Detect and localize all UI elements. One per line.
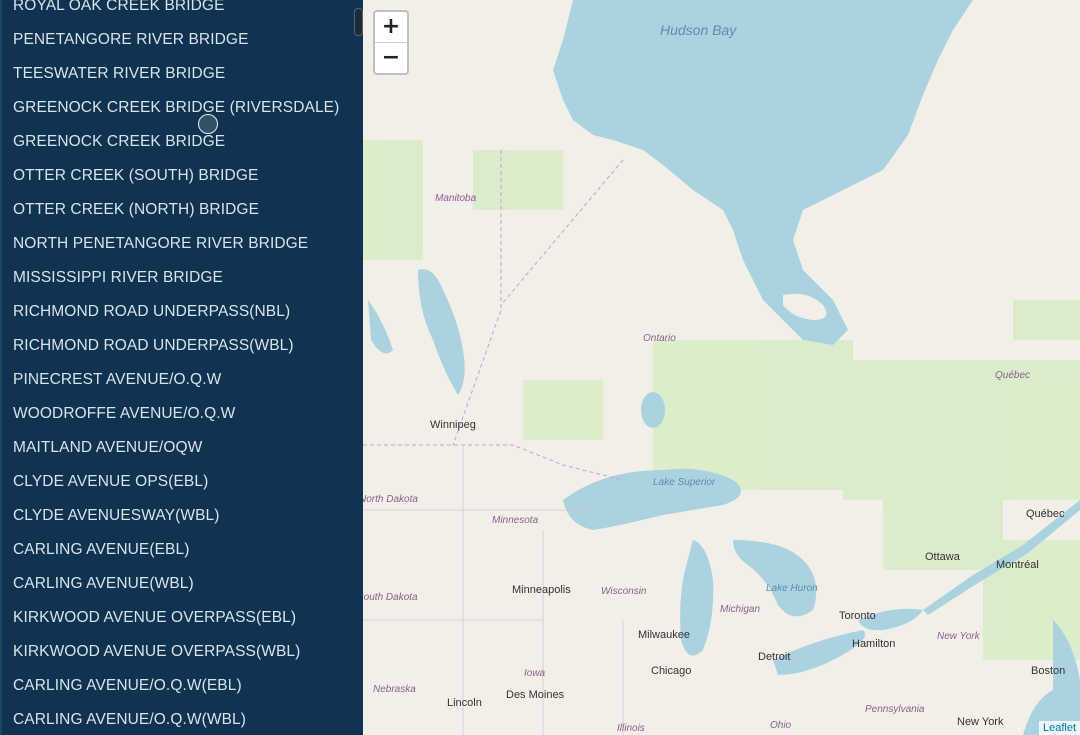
region-label-ohio: Ohio bbox=[770, 720, 792, 731]
bridge-list-item[interactable]: GREENOCK CREEK BRIDGE bbox=[2, 125, 363, 159]
region-label-manitoba: Manitoba bbox=[435, 193, 477, 204]
bridge-sidebar: ROYAL OAK CREEK BRIDGE PENETANGORE RIVER … bbox=[0, 0, 363, 735]
bridge-list-item[interactable]: CARLING AVENUE(EBL) bbox=[2, 533, 363, 567]
map-attribution[interactable]: Leaflet bbox=[1038, 721, 1080, 735]
bridge-list-item[interactable]: OTTER CREEK (NORTH) BRIDGE bbox=[2, 193, 363, 227]
city-label-hamilton: Hamilton bbox=[852, 638, 896, 650]
bridge-list-item[interactable]: MISSISSIPPI RIVER BRIDGE bbox=[2, 261, 363, 295]
bridge-list-item[interactable]: RICHMOND ROAD UNDERPASS(WBL) bbox=[2, 329, 363, 363]
city-label-toronto: Toronto bbox=[839, 610, 876, 622]
city-label-chicago: Chicago bbox=[651, 665, 692, 677]
bridge-list-item[interactable]: RICHMOND ROAD UNDERPASS(NBL) bbox=[2, 295, 363, 329]
city-label-milwaukee: Milwaukee bbox=[638, 629, 690, 641]
city-label-ottawa: Ottawa bbox=[925, 551, 960, 563]
water-label-lake-huron: Lake Huron bbox=[766, 583, 818, 594]
bridge-list-item[interactable]: KIRKWOOD AVENUE OVERPASS(EBL) bbox=[2, 601, 363, 635]
region-label-pennsylvania: Pennsylvania bbox=[865, 704, 925, 715]
region-label-wisconsin: Wisconsin bbox=[601, 586, 647, 597]
zoom-out-button[interactable]: − bbox=[375, 42, 407, 73]
city-label-lincoln: Lincoln bbox=[447, 697, 482, 709]
city-label-winnipeg: Winnipeg bbox=[430, 419, 476, 431]
bridge-list-item[interactable]: TEESWATER RIVER BRIDGE bbox=[2, 57, 363, 91]
zoom-in-button[interactable]: + bbox=[375, 12, 407, 42]
bridge-list-item[interactable]: WOODROFFE AVENUE/O.Q.W bbox=[2, 397, 363, 431]
bridge-list-item[interactable]: OTTER CREEK (SOUTH) BRIDGE bbox=[2, 159, 363, 193]
bridge-list-item[interactable]: CLYDE AVENUESWAY(WBL) bbox=[2, 499, 363, 533]
bridge-list-item[interactable]: PINECREST AVENUE/O.Q.W bbox=[2, 363, 363, 397]
zoom-control: + − bbox=[373, 10, 409, 75]
bridge-list-item[interactable]: MAITLAND AVENUE/OQW bbox=[2, 431, 363, 465]
city-label-boston: Boston bbox=[1031, 665, 1066, 677]
region-label-iowa: Iowa bbox=[524, 668, 546, 679]
region-label-minnesota: Minnesota bbox=[492, 515, 539, 526]
bridge-list-item[interactable]: CARLING AVENUE/O.Q.W(EBL) bbox=[2, 669, 363, 703]
bridge-list-item[interactable]: NORTH PENETANGORE RIVER BRIDGE bbox=[2, 227, 363, 261]
mouse-cursor-icon bbox=[198, 114, 218, 134]
region-label-new-york: New York bbox=[937, 631, 980, 642]
region-label-south-dakota: South Dakota bbox=[363, 592, 418, 603]
city-label-new-york: New York bbox=[957, 716, 1004, 728]
map-view[interactable]: Hudson Bay Lake Superior Lake Huron Mani… bbox=[363, 0, 1080, 735]
bridge-list-item[interactable]: CARLING AVENUE/O.Q.W(WBL) bbox=[2, 703, 363, 735]
bridge-list-item[interactable]: KIRKWOOD AVENUE OVERPASS(WBL) bbox=[2, 635, 363, 669]
region-label-michigan: Michigan bbox=[720, 604, 761, 615]
region-label-nebraska: Nebraska bbox=[373, 684, 416, 695]
water-label-hudson-bay: Hudson Bay bbox=[660, 22, 737, 38]
region-label-quebec: Québec bbox=[995, 370, 1031, 381]
region-label-ontario: Ontario bbox=[643, 333, 676, 344]
bridge-list-item[interactable]: PENETANGORE RIVER BRIDGE bbox=[2, 23, 363, 57]
city-label-montreal: Montréal bbox=[996, 559, 1039, 571]
bridge-list-item[interactable]: ROYAL OAK CREEK BRIDGE bbox=[2, 0, 363, 23]
region-label-illinois: Illinois bbox=[617, 723, 645, 734]
bridge-list-item[interactable]: CLYDE AVENUE OPS(EBL) bbox=[2, 465, 363, 499]
region-label-north-dakota: North Dakota bbox=[363, 494, 418, 505]
map-canvas bbox=[363, 0, 1080, 735]
sidebar-scrollbar[interactable] bbox=[354, 8, 363, 36]
city-label-minneapolis: Minneapolis bbox=[512, 584, 571, 596]
bridge-list-item[interactable]: GREENOCK CREEK BRIDGE (RIVERSDALE) bbox=[2, 91, 363, 125]
bridge-list-item[interactable]: CARLING AVENUE(WBL) bbox=[2, 567, 363, 601]
city-label-detroit: Detroit bbox=[758, 651, 791, 663]
bridge-list: ROYAL OAK CREEK BRIDGE PENETANGORE RIVER … bbox=[2, 0, 363, 735]
city-label-quebec: Québec bbox=[1026, 508, 1065, 520]
water-label-lake-superior: Lake Superior bbox=[653, 477, 716, 488]
city-label-des-moines: Des Moines bbox=[506, 689, 565, 701]
